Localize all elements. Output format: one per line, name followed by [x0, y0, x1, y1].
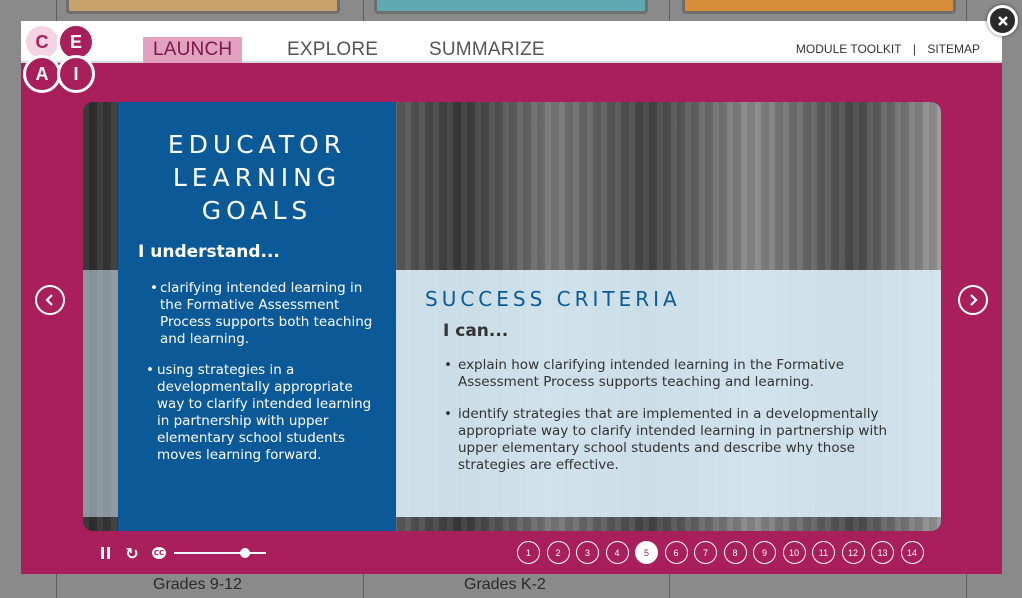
background-card: [682, 0, 956, 14]
slide-content: EDUCATOR LEARNING GOALS I understand... …: [83, 102, 941, 531]
prev-slide-button[interactable]: [35, 285, 65, 315]
toolbar-separator: |: [912, 42, 916, 56]
replay-icon[interactable]: ↻: [124, 544, 140, 563]
module-toolkit-link[interactable]: MODULE TOOLKIT: [796, 42, 902, 56]
ican-heading: I can...: [443, 321, 509, 341]
criteria-list: explain how clarifying intended learning…: [444, 357, 914, 489]
page-dot-3[interactable]: 3: [576, 541, 599, 564]
tab-launch[interactable]: LAUNCH: [143, 37, 243, 63]
goals-title-line: EDUCATOR: [167, 130, 347, 159]
page-dot-2[interactable]: 2: [546, 541, 570, 564]
chevron-right-icon: [970, 294, 978, 306]
background-card: [66, 0, 340, 14]
educator-goals-panel: EDUCATOR LEARNING GOALS I understand... …: [118, 102, 396, 531]
success-criteria-panel: SUCCESS CRITERIA I can... explain how cl…: [396, 270, 941, 517]
close-icon: [997, 15, 1008, 26]
background-caption: Grades K-2: [464, 576, 546, 593]
toolbar-links: MODULE TOOLKIT | SITEMAP: [796, 42, 980, 56]
goals-title-line: LEARNING: [172, 163, 342, 192]
close-button[interactable]: [987, 5, 1018, 36]
next-slide-button[interactable]: [958, 285, 988, 315]
goals-title: EDUCATOR LEARNING GOALS: [118, 128, 396, 227]
page-dot-9[interactable]: 9: [753, 541, 776, 564]
page-dot-4[interactable]: 4: [605, 541, 629, 564]
logo-letter-a: A: [23, 55, 61, 93]
photo-overlay: [83, 270, 119, 517]
pause-icon[interactable]: [99, 546, 111, 560]
volume-slider-handle[interactable]: [240, 548, 250, 558]
page-dot-10[interactable]: 10: [782, 541, 806, 564]
understand-heading: I understand...: [138, 242, 280, 262]
page-dot-8[interactable]: 8: [723, 541, 747, 564]
sitemap-link[interactable]: SITEMAP: [927, 42, 980, 56]
chevron-left-icon: [45, 294, 53, 306]
goals-title-line: GOALS: [201, 196, 313, 225]
criteria-bullet: explain how clarifying intended learning…: [444, 357, 914, 391]
understand-bullet: using strategies in a developmentally ap…: [138, 362, 378, 464]
page-dot-7[interactable]: 7: [694, 541, 717, 564]
page-dot-13[interactable]: 13: [871, 541, 894, 564]
page-dot-1[interactable]: 1: [517, 541, 540, 564]
page-dot-5[interactable]: 5: [635, 541, 658, 564]
criteria-bullet: identify strategies that are implemented…: [444, 406, 914, 474]
tab-summarize[interactable]: SUMMARIZE: [419, 37, 555, 63]
background-caption: Grades 9-12: [153, 576, 242, 593]
volume-slider[interactable]: [174, 552, 266, 554]
criteria-title: SUCCESS CRITERIA: [425, 287, 681, 311]
page-dot-12[interactable]: 12: [841, 541, 865, 564]
understand-list: clarifying intended learning in the Form…: [138, 280, 378, 478]
top-navigation-bar: LAUNCH EXPLORE SUMMARIZE MODULE TOOLKIT …: [21, 21, 1002, 63]
page-dot-14[interactable]: 14: [900, 541, 924, 564]
page-dot-11[interactable]: 11: [812, 541, 835, 564]
page-dot-6[interactable]: 6: [664, 541, 688, 564]
closed-captions-icon[interactable]: CC: [152, 547, 166, 559]
understand-bullet: clarifying intended learning in the Form…: [138, 280, 378, 348]
ceai-logo[interactable]: C E A I: [21, 21, 99, 95]
logo-letter-i: I: [57, 55, 95, 93]
background-card: [374, 0, 648, 14]
module-modal: LAUNCH EXPLORE SUMMARIZE MODULE TOOLKIT …: [21, 21, 1002, 574]
playback-controls: ↻ CC: [97, 543, 277, 563]
tab-explore[interactable]: EXPLORE: [277, 37, 388, 63]
